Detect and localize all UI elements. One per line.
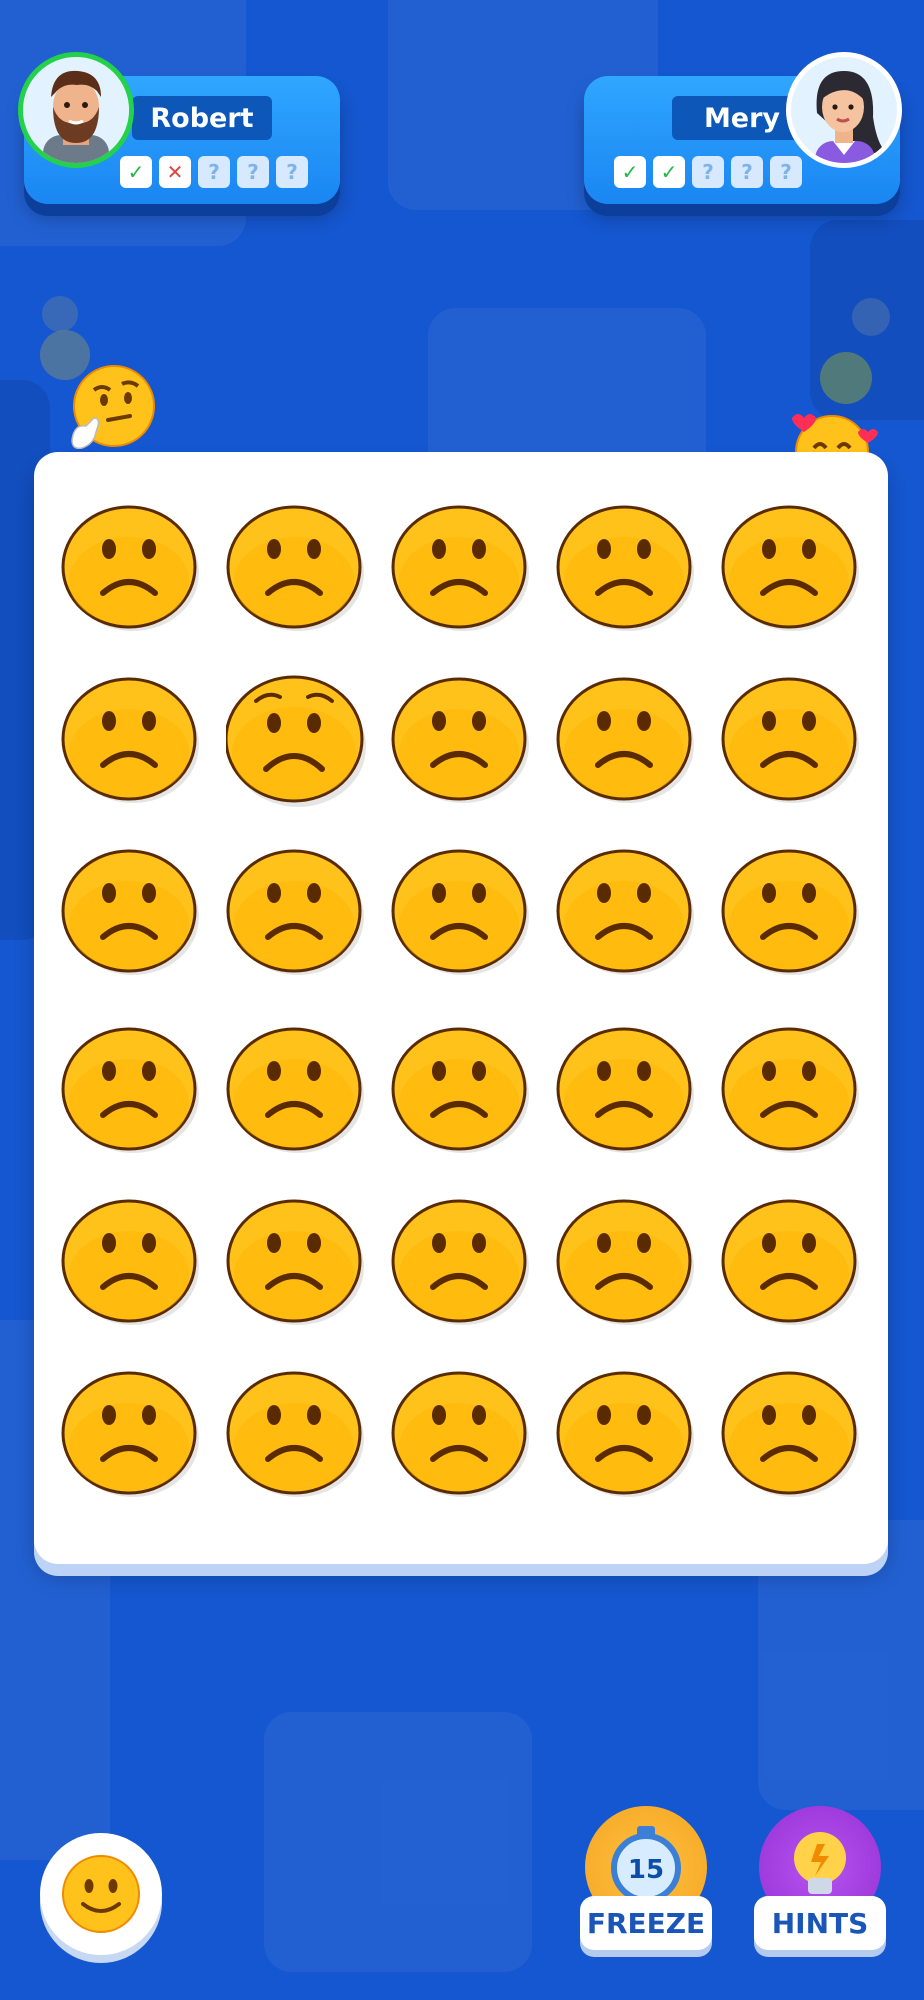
frowning-face-cell[interactable] (556, 1195, 696, 1329)
frowning-face-icon (226, 1371, 364, 1497)
frowning-face-icon (226, 1027, 364, 1153)
frowning-face-cell[interactable] (61, 845, 201, 979)
frowning-face-cell[interactable] (61, 673, 201, 807)
emoji-grid (34, 452, 888, 1564)
frowning-face-icon (226, 1199, 364, 1325)
frowning-face-cell[interactable] (391, 845, 531, 979)
progress-wrong-icon: ✕ (159, 156, 191, 188)
progress-unknown-icon: ? (198, 156, 230, 188)
frowning-face-cell[interactable] (61, 1367, 201, 1501)
frowning-face-cell[interactable] (61, 501, 201, 635)
frowning-face-cell[interactable] (556, 501, 696, 635)
frowning-face-cell[interactable] (61, 1195, 201, 1329)
frowning-face-icon (556, 1371, 694, 1497)
frowning-face-icon (391, 677, 529, 803)
frowning-face-icon (556, 677, 694, 803)
faded-reaction-icon (852, 298, 890, 336)
frowning-face-cell[interactable] (61, 1023, 201, 1157)
frowning-face-cell[interactable] (721, 1195, 861, 1329)
frowning-face-cell[interactable] (556, 845, 696, 979)
frowning-face-cell[interactable] (721, 845, 861, 979)
frowning-face-icon (556, 849, 694, 975)
progress-correct-icon: ✓ (653, 156, 685, 188)
player-name-robert: Robert (132, 96, 272, 140)
frowning-face-cell[interactable] (556, 1023, 696, 1157)
frowning-face-icon (721, 1027, 859, 1153)
frowning-face-cell[interactable] (721, 673, 861, 807)
frowning-face-cell[interactable] (226, 845, 366, 979)
frowning-face-cell[interactable] (721, 501, 861, 635)
frowning-face-icon (721, 677, 859, 803)
frowning-face-icon (391, 1199, 529, 1325)
faded-reaction-icon (42, 296, 78, 332)
frowning-face-icon (61, 677, 199, 803)
frowning-face-cell[interactable] (391, 501, 531, 635)
frowning-face-cell[interactable] (391, 1195, 531, 1329)
frowning-face-cell[interactable] (721, 1023, 861, 1157)
frowning-face-icon (61, 1199, 199, 1325)
frowning-face-cell[interactable] (556, 1367, 696, 1501)
frowning-face-icon (391, 849, 529, 975)
frowning-face-icon (556, 505, 694, 631)
frowning-face-icon (391, 1027, 529, 1153)
avatar-robert (18, 52, 134, 168)
freeze-count: 15 (628, 1855, 664, 1885)
frowning-face-cell[interactable] (226, 501, 366, 635)
frowning-face-icon (721, 505, 859, 631)
frowning-face-cell[interactable] (226, 1367, 366, 1501)
thinking-face-icon (64, 362, 160, 462)
frowning-face-icon (226, 505, 364, 631)
frowning-face-cell[interactable] (226, 1195, 366, 1329)
avatar-mery (786, 52, 902, 168)
frowning-face-icon (61, 849, 199, 975)
frowning-face-icon (556, 1027, 694, 1153)
worried-face-icon (226, 675, 366, 807)
worried-face-cell[interactable] (226, 673, 366, 807)
frowning-face-cell[interactable] (226, 1023, 366, 1157)
frowning-face-cell[interactable] (391, 1367, 531, 1501)
progress-unknown-icon: ? (237, 156, 269, 188)
frowning-face-icon (721, 849, 859, 975)
emoji-reaction-button[interactable] (40, 1833, 162, 1955)
emoji-board (34, 452, 888, 1564)
background-tile (264, 1712, 532, 1972)
freeze-button[interactable]: 15 FREEZE (580, 1806, 712, 1962)
frowning-face-icon (556, 1199, 694, 1325)
progress-unknown-icon: ? (770, 156, 802, 188)
progress-mery: ✓ ✓ ? ? ? (614, 156, 802, 188)
freeze-label: FREEZE (580, 1896, 712, 1950)
progress-correct-icon: ✓ (614, 156, 646, 188)
frowning-face-icon (61, 505, 199, 631)
frowning-face-icon (391, 1371, 529, 1497)
hints-label: HINTS (754, 1896, 886, 1950)
frowning-face-icon (61, 1027, 199, 1153)
frowning-face-cell[interactable] (391, 673, 531, 807)
frowning-face-cell[interactable] (721, 1367, 861, 1501)
hints-button[interactable]: HINTS (754, 1806, 886, 1962)
slightly-smiling-face-icon (62, 1855, 140, 1933)
progress-unknown-icon: ? (276, 156, 308, 188)
frowning-face-icon (226, 849, 364, 975)
progress-unknown-icon: ? (731, 156, 763, 188)
frowning-face-icon (61, 1371, 199, 1497)
frowning-face-icon (391, 505, 529, 631)
progress-correct-icon: ✓ (120, 156, 152, 188)
progress-unknown-icon: ? (692, 156, 724, 188)
frowning-face-icon (721, 1371, 859, 1497)
frowning-face-icon (721, 1199, 859, 1325)
frowning-face-cell[interactable] (391, 1023, 531, 1157)
progress-robert: ✓ ✕ ? ? ? (120, 156, 308, 188)
faded-reaction-icon (820, 352, 872, 404)
frowning-face-cell[interactable] (556, 673, 696, 807)
